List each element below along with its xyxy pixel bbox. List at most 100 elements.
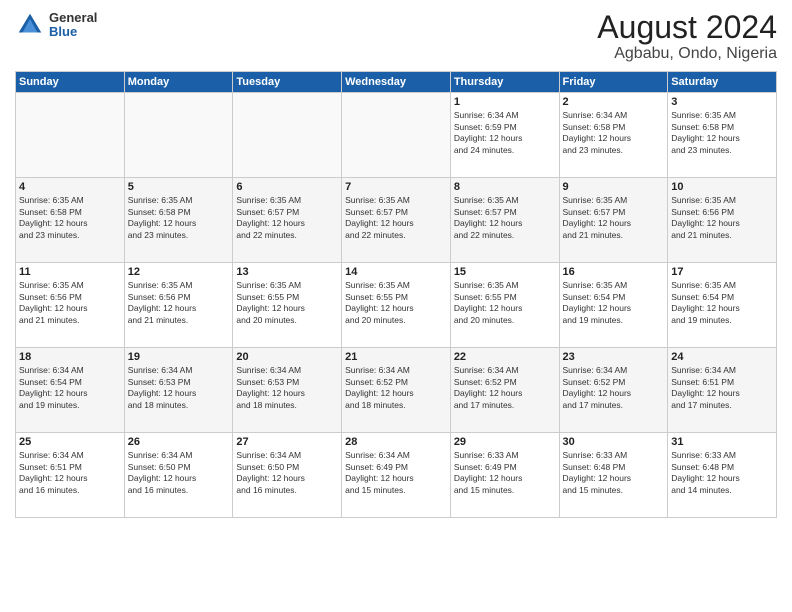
- day-number: 11: [19, 266, 121, 278]
- day-info: Sunrise: 6:35 AMSunset: 6:56 PMDaylight:…: [671, 195, 773, 241]
- day-info: Sunrise: 6:35 AMSunset: 6:56 PMDaylight:…: [128, 280, 230, 326]
- calendar-cell: [124, 93, 233, 178]
- day-number: 3: [671, 96, 773, 108]
- calendar-cell: 17 Sunrise: 6:35 AMSunset: 6:54 PMDayligh…: [668, 263, 777, 348]
- day-number: 26: [128, 436, 230, 448]
- calendar-cell: 4 Sunrise: 6:35 AMSunset: 6:58 PMDaylight…: [16, 178, 125, 263]
- day-info: Sunrise: 6:34 AMSunset: 6:54 PMDaylight:…: [19, 365, 121, 411]
- calendar-cell: 19 Sunrise: 6:34 AMSunset: 6:53 PMDayligh…: [124, 348, 233, 433]
- day-info: Sunrise: 6:35 AMSunset: 6:58 PMDaylight:…: [19, 195, 121, 241]
- day-info: Sunrise: 6:33 AMSunset: 6:48 PMDaylight:…: [563, 450, 665, 496]
- calendar-cell: 23 Sunrise: 6:34 AMSunset: 6:52 PMDayligh…: [559, 348, 668, 433]
- calendar-cell: 25Sunrise: 6:34 AMSunset: 6:51 PMDayligh…: [16, 433, 125, 518]
- day-number: 15: [454, 266, 556, 278]
- day-number: 4: [19, 181, 121, 193]
- calendar-cell: 29 Sunrise: 6:33 AMSunset: 6:49 PMDayligh…: [450, 433, 559, 518]
- day-number: 24: [671, 351, 773, 363]
- day-info: Sunrise: 6:35 AMSunset: 6:57 PMDaylight:…: [345, 195, 447, 241]
- weekday-row: SundayMondayTuesdayWednesdayThursdayFrid…: [16, 72, 777, 93]
- day-info: Sunrise: 6:33 AMSunset: 6:49 PMDaylight:…: [454, 450, 556, 496]
- day-info: Sunrise: 6:35 AMSunset: 6:55 PMDaylight:…: [454, 280, 556, 326]
- week-row-5: 25Sunrise: 6:34 AMSunset: 6:51 PMDayligh…: [16, 433, 777, 518]
- day-info: Sunrise: 6:35 AMSunset: 6:54 PMDaylight:…: [563, 280, 665, 326]
- day-info: Sunrise: 6:35 AMSunset: 6:56 PMDaylight:…: [19, 280, 121, 326]
- logo-text: General Blue: [49, 11, 97, 40]
- day-info: Sunrise: 6:34 AMSunset: 6:52 PMDaylight:…: [563, 365, 665, 411]
- day-number: 9: [563, 181, 665, 193]
- calendar-cell: 13Sunrise: 6:35 AMSunset: 6:55 PMDayligh…: [233, 263, 342, 348]
- main-title: August 2024: [597, 10, 777, 45]
- day-info: Sunrise: 6:34 AMSunset: 6:59 PMDaylight:…: [454, 110, 556, 156]
- logo: General Blue: [15, 10, 97, 40]
- calendar-cell: 14Sunrise: 6:35 AMSunset: 6:55 PMDayligh…: [342, 263, 451, 348]
- calendar-cell: 30 Sunrise: 6:33 AMSunset: 6:48 PMDayligh…: [559, 433, 668, 518]
- calendar-cell: 31 Sunrise: 6:33 AMSunset: 6:48 PMDayligh…: [668, 433, 777, 518]
- calendar-cell: 11 Sunrise: 6:35 AMSunset: 6:56 PMDayligh…: [16, 263, 125, 348]
- day-number: 27: [236, 436, 338, 448]
- logo-general: General: [49, 11, 97, 25]
- day-info: Sunrise: 6:34 AMSunset: 6:51 PMDaylight:…: [671, 365, 773, 411]
- calendar-cell: 7 Sunrise: 6:35 AMSunset: 6:57 PMDaylight…: [342, 178, 451, 263]
- calendar-cell: 3Sunrise: 6:35 AMSunset: 6:58 PMDaylight…: [668, 93, 777, 178]
- day-number: 23: [563, 351, 665, 363]
- day-number: 18: [19, 351, 121, 363]
- day-info: Sunrise: 6:34 AMSunset: 6:53 PMDaylight:…: [236, 365, 338, 411]
- day-info: Sunrise: 6:35 AMSunset: 6:57 PMDaylight:…: [563, 195, 665, 241]
- day-info: Sunrise: 6:35 AMSunset: 6:55 PMDaylight:…: [345, 280, 447, 326]
- calendar-body: 1Sunrise: 6:34 AMSunset: 6:59 PMDaylight…: [16, 93, 777, 518]
- calendar-cell: 27 Sunrise: 6:34 AMSunset: 6:50 PMDayligh…: [233, 433, 342, 518]
- calendar-cell: 8Sunrise: 6:35 AMSunset: 6:57 PMDaylight…: [450, 178, 559, 263]
- week-row-4: 18 Sunrise: 6:34 AMSunset: 6:54 PMDayligh…: [16, 348, 777, 433]
- day-info: Sunrise: 6:34 AMSunset: 6:53 PMDaylight:…: [128, 365, 230, 411]
- week-row-3: 11 Sunrise: 6:35 AMSunset: 6:56 PMDayligh…: [16, 263, 777, 348]
- day-info: Sunrise: 6:35 AMSunset: 6:58 PMDaylight:…: [128, 195, 230, 241]
- week-row-2: 4 Sunrise: 6:35 AMSunset: 6:58 PMDaylight…: [16, 178, 777, 263]
- day-info: Sunrise: 6:34 AMSunset: 6:58 PMDaylight:…: [563, 110, 665, 156]
- weekday-tuesday: Tuesday: [233, 72, 342, 93]
- title-block: August 2024 Agbabu, Ondo, Nigeria: [597, 10, 777, 63]
- calendar-cell: 24 Sunrise: 6:34 AMSunset: 6:51 PMDayligh…: [668, 348, 777, 433]
- calendar-cell: 12Sunrise: 6:35 AMSunset: 6:56 PMDayligh…: [124, 263, 233, 348]
- calendar-cell: 21Sunrise: 6:34 AMSunset: 6:52 PMDayligh…: [342, 348, 451, 433]
- calendar-cell: 22Sunrise: 6:34 AMSunset: 6:52 PMDayligh…: [450, 348, 559, 433]
- calendar-cell: 10Sunrise: 6:35 AMSunset: 6:56 PMDayligh…: [668, 178, 777, 263]
- calendar-cell: 15 Sunrise: 6:35 AMSunset: 6:55 PMDayligh…: [450, 263, 559, 348]
- day-number: 31: [671, 436, 773, 448]
- weekday-wednesday: Wednesday: [342, 72, 451, 93]
- day-number: 17: [671, 266, 773, 278]
- day-number: 25: [19, 436, 121, 448]
- calendar-cell: 5Sunrise: 6:35 AMSunset: 6:58 PMDaylight…: [124, 178, 233, 263]
- day-number: 13: [236, 266, 338, 278]
- calendar-cell: 1Sunrise: 6:34 AMSunset: 6:59 PMDaylight…: [450, 93, 559, 178]
- calendar-cell: 2 Sunrise: 6:34 AMSunset: 6:58 PMDaylight…: [559, 93, 668, 178]
- day-info: Sunrise: 6:34 AMSunset: 6:50 PMDaylight:…: [236, 450, 338, 496]
- weekday-friday: Friday: [559, 72, 668, 93]
- calendar-cell: 16 Sunrise: 6:35 AMSunset: 6:54 PMDayligh…: [559, 263, 668, 348]
- day-info: Sunrise: 6:34 AMSunset: 6:50 PMDaylight:…: [128, 450, 230, 496]
- day-number: 22: [454, 351, 556, 363]
- day-number: 19: [128, 351, 230, 363]
- day-number: 2: [563, 96, 665, 108]
- calendar-cell: 26 Sunrise: 6:34 AMSunset: 6:50 PMDayligh…: [124, 433, 233, 518]
- day-number: 6: [236, 181, 338, 193]
- week-row-1: 1Sunrise: 6:34 AMSunset: 6:59 PMDaylight…: [16, 93, 777, 178]
- calendar-table: SundayMondayTuesdayWednesdayThursdayFrid…: [15, 71, 777, 518]
- calendar-cell: 20 Sunrise: 6:34 AMSunset: 6:53 PMDayligh…: [233, 348, 342, 433]
- calendar-cell: [342, 93, 451, 178]
- day-number: 16: [563, 266, 665, 278]
- weekday-sunday: Sunday: [16, 72, 125, 93]
- day-number: 7: [345, 181, 447, 193]
- day-info: Sunrise: 6:35 AMSunset: 6:57 PMDaylight:…: [236, 195, 338, 241]
- weekday-saturday: Saturday: [668, 72, 777, 93]
- day-info: Sunrise: 6:35 AMSunset: 6:54 PMDaylight:…: [671, 280, 773, 326]
- day-number: 28: [345, 436, 447, 448]
- calendar-cell: [16, 93, 125, 178]
- day-number: 20: [236, 351, 338, 363]
- day-info: Sunrise: 6:33 AMSunset: 6:48 PMDaylight:…: [671, 450, 773, 496]
- day-number: 29: [454, 436, 556, 448]
- day-number: 30: [563, 436, 665, 448]
- calendar-header: SundayMondayTuesdayWednesdayThursdayFrid…: [16, 72, 777, 93]
- day-number: 8: [454, 181, 556, 193]
- calendar-cell: [233, 93, 342, 178]
- weekday-monday: Monday: [124, 72, 233, 93]
